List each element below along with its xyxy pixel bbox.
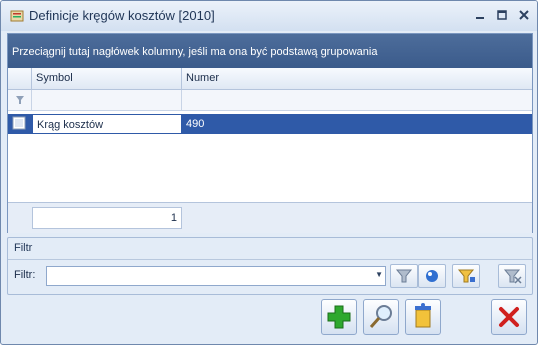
filter-settings-button[interactable]	[452, 264, 480, 288]
column-header-symbol[interactable]: Symbol	[32, 68, 182, 89]
close-button[interactable]	[515, 7, 533, 25]
clear-filter-button[interactable]	[498, 264, 526, 288]
cell-symbol[interactable]: Krąg kosztów	[32, 114, 182, 134]
data-grid[interactable]: Przeciągnij tutaj nagłówek kolumny, jeśl…	[7, 33, 533, 233]
plus-icon	[327, 305, 351, 329]
column-header-numer[interactable]: Numer	[182, 68, 532, 89]
filter-row	[8, 90, 532, 111]
chevron-down-icon[interactable]: ▼	[375, 270, 383, 279]
grid-header: Symbol Numer	[8, 68, 532, 90]
grid-footer: 1	[8, 202, 532, 233]
group-by-panel[interactable]: Przeciągnij tutaj nagłówek kolumny, jeśl…	[8, 34, 532, 68]
filter-panel-title: Filtr	[14, 242, 33, 254]
window: Definicje kręgów kosztów [2010] Przeciąg…	[0, 0, 538, 345]
filter-blue-icon	[426, 270, 438, 282]
filter-cell-numer[interactable]	[182, 90, 532, 110]
apply-filter-button[interactable]	[390, 264, 418, 288]
funnel-icon	[395, 269, 413, 283]
filter-label: Filtr:	[14, 269, 36, 281]
add-button[interactable]	[321, 299, 357, 335]
funnel-icon	[457, 269, 475, 283]
advanced-filter-button[interactable]	[418, 264, 446, 288]
header-indicator	[8, 68, 32, 89]
filter-panel-divider	[8, 259, 532, 260]
close-icon	[519, 10, 529, 20]
group-by-hint: Przeciągnij tutaj nagłówek kolumny, jeśl…	[12, 46, 378, 58]
cancel-button[interactable]	[491, 299, 527, 335]
window-title: Definicje kręgów kosztów [2010]	[29, 8, 215, 23]
filter-row-indicator	[8, 90, 32, 110]
edit-button[interactable]	[363, 299, 399, 335]
funnel-clear-icon	[503, 269, 522, 284]
trash-icon	[415, 303, 431, 328]
titlebar: Definicje kręgów kosztów [2010]	[1, 1, 537, 31]
minimize-icon	[476, 17, 484, 19]
checkbox-icon	[12, 116, 26, 130]
x-icon	[499, 307, 519, 327]
filter-panel: Filtr Filtr: ▼	[7, 237, 533, 295]
ledger-icon	[10, 10, 24, 22]
filter-input[interactable]: ▼	[46, 266, 386, 286]
minimize-button[interactable]	[471, 7, 489, 25]
maximize-button[interactable]	[493, 7, 511, 25]
table-row[interactable]: Krąg kosztów 490	[8, 114, 532, 134]
delete-button[interactable]	[405, 299, 441, 335]
row-indicator[interactable]	[8, 114, 32, 134]
cell-numer[interactable]: 490	[182, 114, 532, 134]
record-count: 1	[32, 207, 182, 229]
filter-cell-symbol[interactable]	[32, 90, 182, 110]
magnifier-icon	[369, 305, 392, 328]
maximize-icon	[497, 10, 507, 20]
funnel-icon	[16, 96, 24, 104]
